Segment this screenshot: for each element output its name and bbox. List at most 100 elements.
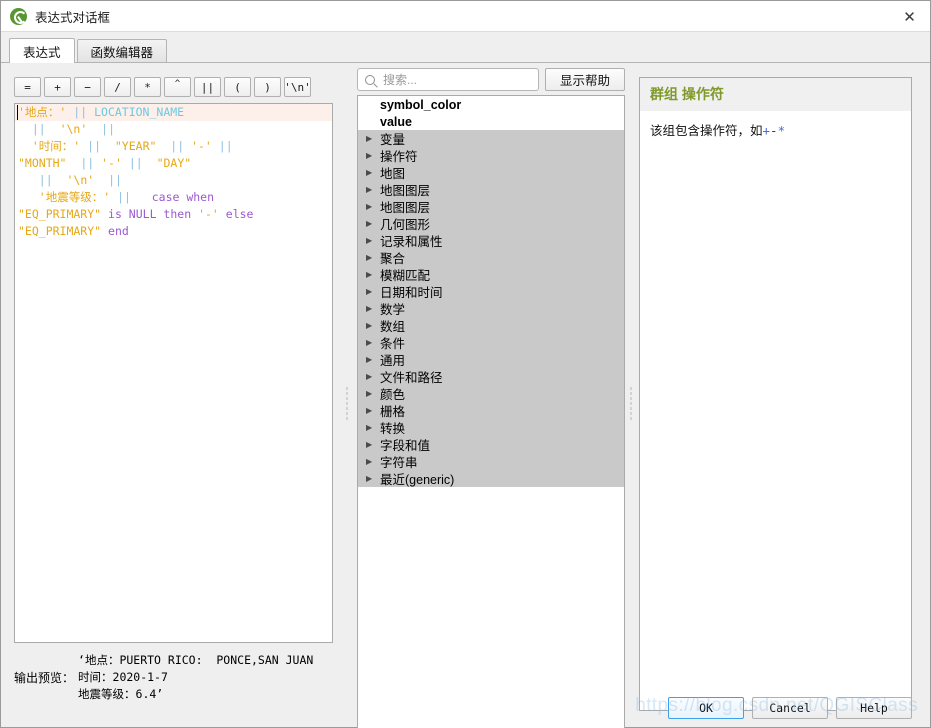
op-multiply[interactable]: * bbox=[134, 77, 161, 97]
expression-text[interactable]: '地点：' || LOCATION_NAME || '\n' || '时间：' … bbox=[15, 104, 332, 240]
token-field: LOCATION_NAME bbox=[94, 105, 185, 119]
chevron-right-icon[interactable]: ▶ bbox=[366, 202, 380, 211]
chevron-right-icon[interactable]: ▶ bbox=[366, 236, 380, 245]
help-panel: 群组 操作符 该组包含操作符，如+-* bbox=[639, 77, 912, 711]
chevron-right-icon[interactable]: ▶ bbox=[366, 440, 380, 449]
tree-group[interactable]: ▶ 字符串 bbox=[358, 453, 624, 470]
op-concat[interactable]: || bbox=[194, 77, 221, 97]
qgis-logo-icon bbox=[10, 7, 27, 25]
token-str: "MONTH" bbox=[18, 156, 67, 170]
ok-button[interactable]: OK bbox=[668, 697, 744, 719]
title-bar: 表达式对话框 ✕ bbox=[1, 1, 930, 32]
tree-group[interactable]: ▶ 操作符 bbox=[358, 147, 624, 164]
chevron-right-icon[interactable]: ▶ bbox=[366, 457, 380, 466]
token-str: "DAY" bbox=[156, 156, 192, 170]
token-str: '地点：' bbox=[18, 105, 67, 119]
splitter-right[interactable] bbox=[625, 363, 636, 443]
op-power[interactable]: ^ bbox=[164, 77, 191, 97]
token-str: '-' bbox=[101, 156, 122, 170]
tree-group[interactable]: ▶ 通用 bbox=[358, 351, 624, 368]
tree-group[interactable]: ▶ 最近(generic) bbox=[358, 470, 624, 487]
token-str: '\n' bbox=[59, 122, 88, 136]
cancel-button[interactable]: Cancel bbox=[752, 697, 828, 719]
token-op: || bbox=[38, 173, 53, 187]
tree-leaf[interactable]: value bbox=[358, 113, 624, 130]
chevron-right-icon[interactable]: ▶ bbox=[366, 406, 380, 415]
chevron-right-icon[interactable]: ▶ bbox=[366, 185, 380, 194]
tree-group[interactable]: ▶ 日期和时间 bbox=[358, 283, 624, 300]
tree-group[interactable]: ▶ 数学 bbox=[358, 300, 624, 317]
tree-group[interactable]: ▶ 字段和值 bbox=[358, 436, 624, 453]
tab-0[interactable]: 表达式 bbox=[9, 38, 75, 63]
op-equals[interactable]: = bbox=[14, 77, 41, 97]
chevron-right-icon[interactable]: ▶ bbox=[366, 372, 380, 381]
help-symbol-plus: + bbox=[762, 123, 771, 138]
tree-group[interactable]: ▶ 文件和路径 bbox=[358, 368, 624, 385]
tree-group[interactable]: ▶ 数组 bbox=[358, 317, 624, 334]
op-newline[interactable]: '\n' bbox=[284, 77, 311, 97]
tree-group[interactable]: ▶ 模糊匹配 bbox=[358, 266, 624, 283]
chevron-right-icon[interactable]: ▶ bbox=[366, 168, 380, 177]
chevron-right-icon[interactable]: ▶ bbox=[366, 304, 380, 313]
tree-group[interactable]: ▶ 地图图层 bbox=[358, 198, 624, 215]
op-minus[interactable]: − bbox=[74, 77, 101, 97]
splitter-grip-icon bbox=[629, 386, 632, 420]
chevron-right-icon[interactable]: ▶ bbox=[366, 270, 380, 279]
chevron-right-icon[interactable]: ▶ bbox=[366, 389, 380, 398]
op-divide[interactable]: / bbox=[104, 77, 131, 97]
chevron-right-icon[interactable]: ▶ bbox=[366, 134, 380, 143]
token-op: || bbox=[117, 190, 131, 204]
search-input[interactable] bbox=[381, 71, 531, 88]
op-plus[interactable]: + bbox=[44, 77, 71, 97]
chevron-right-icon[interactable]: ▶ bbox=[366, 321, 380, 330]
chevron-right-icon[interactable]: ▶ bbox=[366, 338, 380, 347]
op-paren-close[interactable]: ) bbox=[254, 77, 281, 97]
search-input-box[interactable] bbox=[357, 68, 539, 91]
splitter-grip-icon bbox=[345, 386, 348, 420]
tree-group[interactable]: ▶ 几何图形 bbox=[358, 215, 624, 232]
token-op: || bbox=[170, 139, 185, 153]
tab-1[interactable]: 函数编辑器 bbox=[76, 39, 168, 63]
expression-line: '地震等级：' || case when bbox=[15, 189, 332, 206]
chevron-right-icon[interactable]: ▶ bbox=[366, 253, 380, 262]
tree-group[interactable]: ▶ 记录和属性 bbox=[358, 232, 624, 249]
tree-group[interactable]: ▶ 聚合 bbox=[358, 249, 624, 266]
token-kw: end bbox=[108, 224, 129, 238]
dialog-body: = + − / * ^ ||() '\n' '地点：' || LOCATION_NAME ||… bbox=[1, 63, 930, 728]
chevron-right-icon[interactable]: ▶ bbox=[366, 474, 380, 483]
chevron-right-icon[interactable]: ▶ bbox=[366, 151, 380, 160]
expression-editor[interactable]: '地点：' || LOCATION_NAME || '\n' || '时间：' … bbox=[14, 103, 333, 643]
token-str: '-' bbox=[198, 207, 219, 221]
function-tree-list: symbol_color value ▶ 变量 ▶ 操作符 ▶ 地图 ▶ 地图图层 ▶ 地图图层 ▶ 几何… bbox=[358, 96, 624, 487]
tree-group[interactable]: ▶ 地图 bbox=[358, 164, 624, 181]
chevron-right-icon[interactable]: ▶ bbox=[366, 287, 380, 296]
tree-group[interactable]: ▶ 转换 bbox=[358, 419, 624, 436]
token-str: "EQ_PRIMARY" bbox=[18, 207, 102, 221]
token-op: || bbox=[128, 156, 143, 170]
close-icon[interactable]: ✕ bbox=[889, 1, 930, 32]
show-help-button[interactable]: 显示帮助 bbox=[545, 68, 625, 91]
tree-leaf[interactable]: symbol_color bbox=[358, 96, 624, 113]
dialog-button-row: OK Cancel Help bbox=[668, 697, 912, 719]
chevron-right-icon[interactable]: ▶ bbox=[366, 219, 380, 228]
tree-group[interactable]: ▶ 栅格 bbox=[358, 402, 624, 419]
expression-line: '时间：' || "YEAR" || '-' || bbox=[15, 138, 332, 155]
help-button[interactable]: Help bbox=[836, 697, 912, 719]
tree-group[interactable]: ▶ 条件 bbox=[358, 334, 624, 351]
op-paren-open[interactable]: ( bbox=[224, 77, 251, 97]
tree-group[interactable]: ▶ 变量 bbox=[358, 130, 624, 147]
help-heading: 群组 操作符 bbox=[640, 78, 911, 111]
chevron-right-icon[interactable]: ▶ bbox=[366, 355, 380, 364]
function-tree[interactable]: symbol_color value ▶ 变量 ▶ 操作符 ▶ 地图 ▶ 地图图层 ▶ 地图图层 ▶ 几何… bbox=[357, 95, 625, 728]
chevron-right-icon[interactable]: ▶ bbox=[366, 423, 380, 432]
tree-group[interactable]: ▶ 地图图层 bbox=[358, 181, 624, 198]
tree-group[interactable]: ▶ 颜色 bbox=[358, 385, 624, 402]
splitter-left[interactable] bbox=[341, 363, 352, 443]
